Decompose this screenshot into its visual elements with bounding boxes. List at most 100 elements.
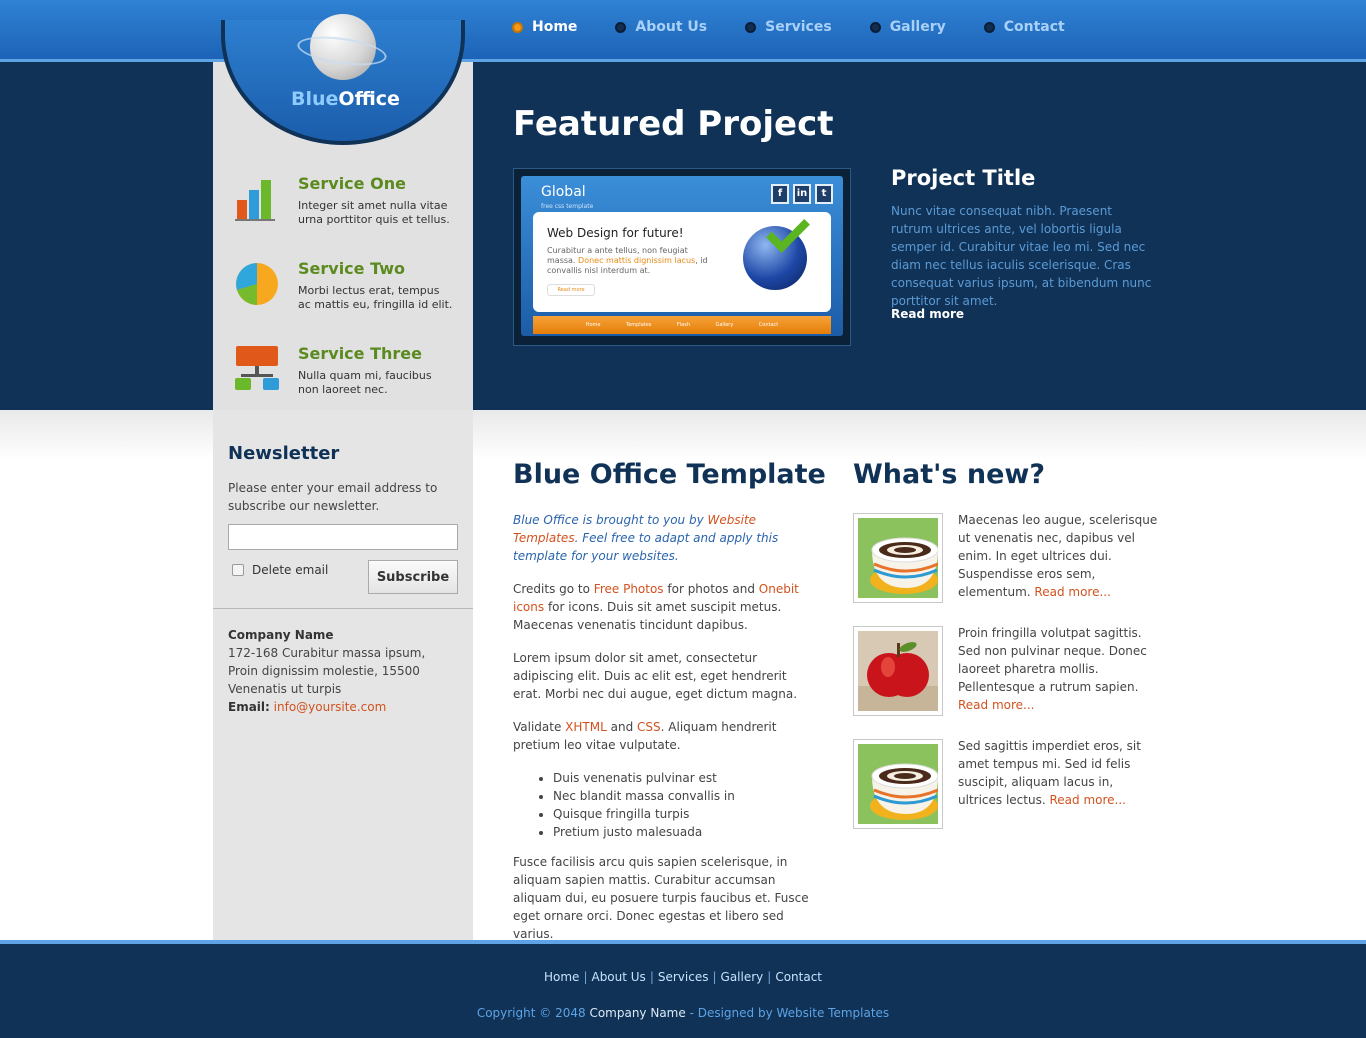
news-thumbnail[interactable] [853,739,943,829]
read-more-link[interactable]: Read more... [958,698,1035,712]
company-address-line3: Venenatis ut turpis [228,682,342,696]
whats-new-title: What's new? [853,459,1046,490]
service-three: Service Three Nulla quam mi, faucibus no… [233,344,463,414]
footer: Home | About Us | Services | Gallery | Contact C… [0,940,1366,1038]
thumb-read-more: Read more [547,284,595,296]
company-email-link[interactable]: info@yoursite.com [274,700,387,714]
nav-item-contact[interactable]: Contact [983,19,1065,35]
news-thumbnail[interactable] [853,513,943,603]
nav-bullet-icon [512,21,523,33]
newsletter-text: Please enter your email address to subsc… [228,481,438,513]
list-item: Pretium justo malesuada [553,823,735,841]
company-address-line1: 172-168 Curabitur massa ipsum, [228,646,426,660]
footer-designer-link[interactable]: Website Templates [777,1006,890,1020]
logo-text-office: Office [338,88,400,110]
news-thumbnail[interactable] [853,626,943,716]
subscribe-button[interactable]: Subscribe [368,560,458,594]
closing-paragraph: Fusce facilisis arcu quis sapien sceleri… [513,855,809,941]
list-item: Nec blandit massa convallis in [553,787,735,805]
company-info: Company Name 172-168 Curabitur massa ips… [228,626,468,716]
thumb-nav-item: Contact [758,322,779,328]
delete-email-checkbox[interactable] [232,564,244,576]
service-title[interactable]: Service Two [298,259,405,278]
validate-paragraph: Validate XHTML and CSS. Aliquam hendreri… [513,720,777,752]
service-title[interactable]: Service One [298,174,406,193]
newsletter-email-input[interactable] [228,524,458,550]
news-item: Proin fringilla volutpat sagittis. Sed n… [853,626,1158,718]
bullet-list: Duis venenatis pulvinar est Nec blandit … [553,769,735,841]
news-item: Maecenas leo augue, scelerisque ut venen… [853,513,1158,605]
nav-bullet-icon [983,21,995,33]
content-fade [473,410,1366,460]
footer-nav: Home | About Us | Services | Gallery | Contact [0,970,1366,984]
company-name: Company Name [228,628,334,642]
read-more-link[interactable]: Read more... [1049,793,1126,807]
service-text: Morbi lectus erat, tempus ac mattis eu, … [298,284,453,311]
thumb-card-text: Curabitur a ante tellus, non feugiat mas… [547,246,708,275]
nav-item-gallery[interactable]: Gallery [869,19,946,35]
credits-paragraph: Credits go to Free Photos for photos and… [513,582,799,632]
footer-separator: | [767,970,772,984]
thumbnail-screen: Global free css template f in t Web Desi… [521,176,843,336]
featured-project-thumbnail[interactable]: Global free css template f in t Web Desi… [513,168,851,346]
xhtml-link[interactable]: XHTML [565,720,607,734]
footer-company-name: Company Name [589,1006,686,1020]
nav-item-services[interactable]: Services [745,19,832,35]
service-one: Service One Integer sit amet nulla vitae… [233,174,463,244]
news-text: Maecenas leo augue, scelerisque ut venen… [958,513,1158,599]
nav-bullet-icon [745,21,757,33]
linkedin-icon: in [793,184,811,204]
news-text: Sed sagittis imperdiet eros, sit amet te… [958,739,1141,807]
intro-paragraph: Blue Office is brought to you by Website… [513,513,779,563]
left-fade [0,410,213,460]
service-two: Service Two Morbi lectus erat, tempus ac… [233,259,463,329]
facebook-icon: f [771,184,789,204]
list-item: Duis venenatis pulvinar est [553,769,735,787]
nav-label: About Us [635,19,708,35]
thumb-subtitle: free css template [541,203,594,210]
company-address-line2: Proin dignissim molestie, 15500 [228,664,420,678]
thumb-nav-item: Home [585,322,601,328]
newsletter-title: Newsletter [228,443,340,464]
news-item: Sed sagittis imperdiet eros, sit amet te… [853,739,1158,831]
featured-heading: Featured Project [513,104,834,144]
footer-link-gallery[interactable]: Gallery [721,970,764,984]
project-read-more-link[interactable]: Read more [891,307,964,321]
footer-link-services[interactable]: Services [658,970,709,984]
logo-text-blue: Blue [291,88,339,110]
delete-email-label: Delete email [252,563,329,577]
sidebar-divider [213,608,473,609]
footer-separator: | [583,970,588,984]
pie-chart-icon [236,263,278,305]
service-title[interactable]: Service Three [298,344,422,363]
nav-label: Home [532,19,578,35]
nav-label: Gallery [889,19,946,35]
nav-item-about-us[interactable]: About Us [615,19,707,35]
nav-label: Services [765,19,832,35]
footer-link-home[interactable]: Home [544,970,579,984]
service-text: Nulla quam mi, faucibus non laoreet nec. [298,369,432,396]
list-item: Quisque fringilla turpis [553,805,735,823]
css-link[interactable]: CSS [637,720,661,734]
thumb-card: Web Design for future! Curabitur a ante … [533,209,831,312]
network-icon [235,346,279,390]
thumb-nav-item: Templates [625,322,652,328]
thumb-nav-item: Gallery [715,322,734,328]
site-logo[interactable]: BlueOffice [291,88,400,110]
copyright: Copyright © 2048 Company Name - Designed… [476,1006,890,1020]
thumb-nav: Home Templates Flash Gallery Contact [533,316,831,334]
twitter-icon: t [815,184,833,204]
coffee-cup-image [858,518,939,598]
read-more-link[interactable]: Read more... [1034,585,1111,599]
thumb-title: Global [541,184,586,200]
footer-link-about-us[interactable]: About Us [591,970,645,984]
nav-item-home[interactable]: Home [512,19,577,35]
lorem-paragraph: Lorem ipsum dolor sit amet, consectetur … [513,651,798,701]
footer-link-contact[interactable]: Contact [775,970,822,984]
free-photos-link[interactable]: Free Photos [594,582,664,596]
nav-bullet-icon [615,21,627,33]
project-title: Project Title [891,166,1036,190]
nav-label: Contact [1003,19,1065,35]
main-nav: Home About Us Services Gallery Contact [512,19,1103,35]
coffee-cup-image [858,744,939,824]
